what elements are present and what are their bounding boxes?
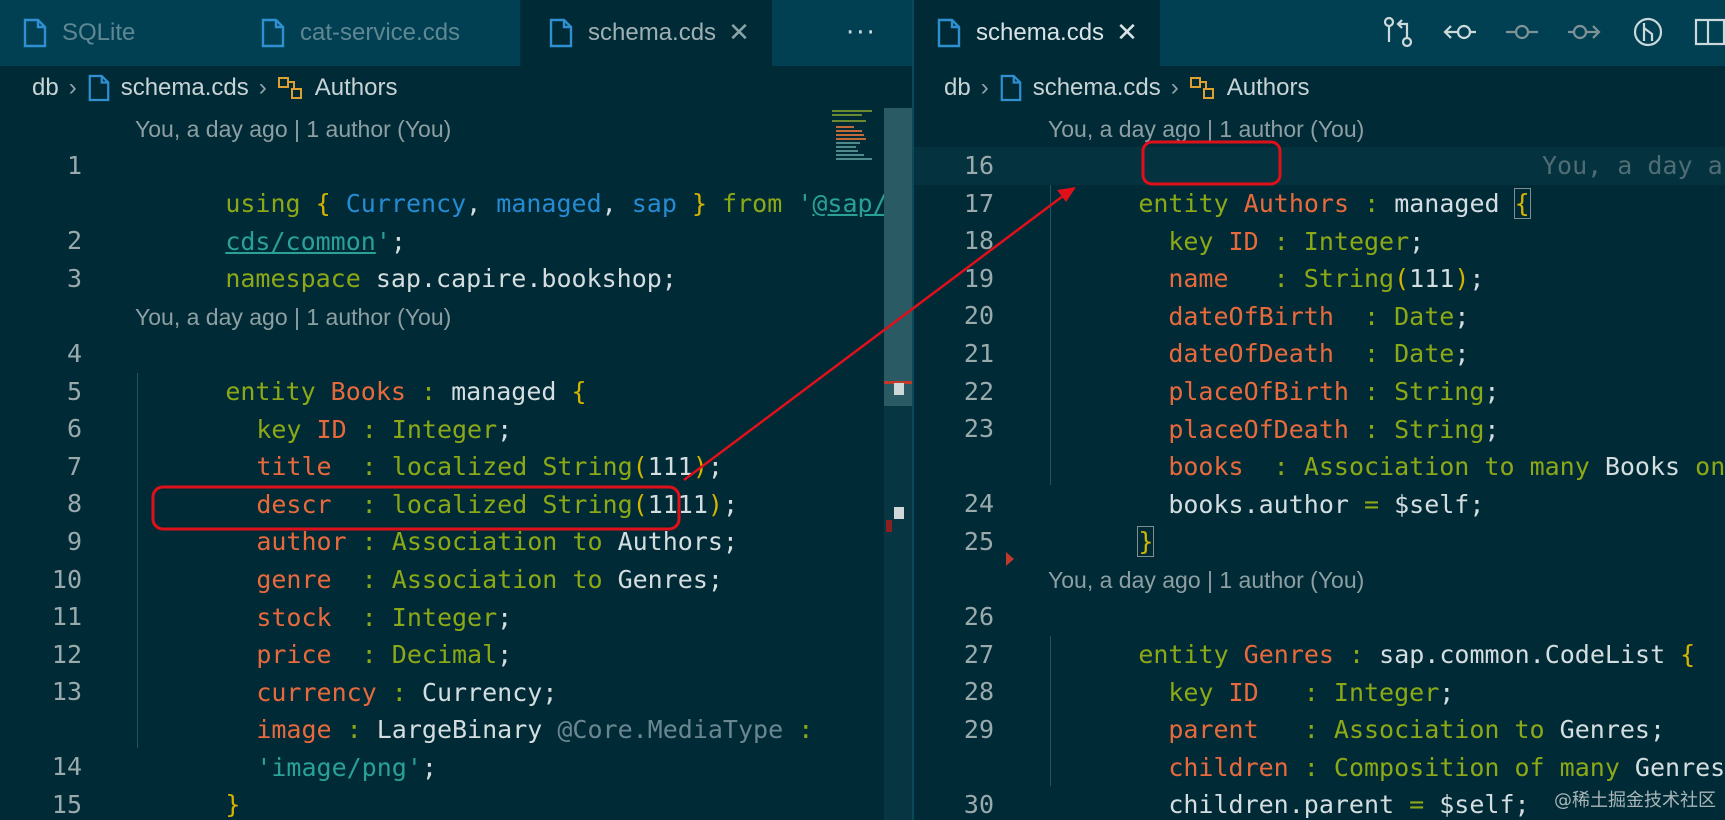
arrow-line <box>683 194 1064 482</box>
highlight-box-author <box>151 485 681 531</box>
highlight-box-authors <box>1141 140 1282 186</box>
annotation-overlay <box>151 140 1282 531</box>
